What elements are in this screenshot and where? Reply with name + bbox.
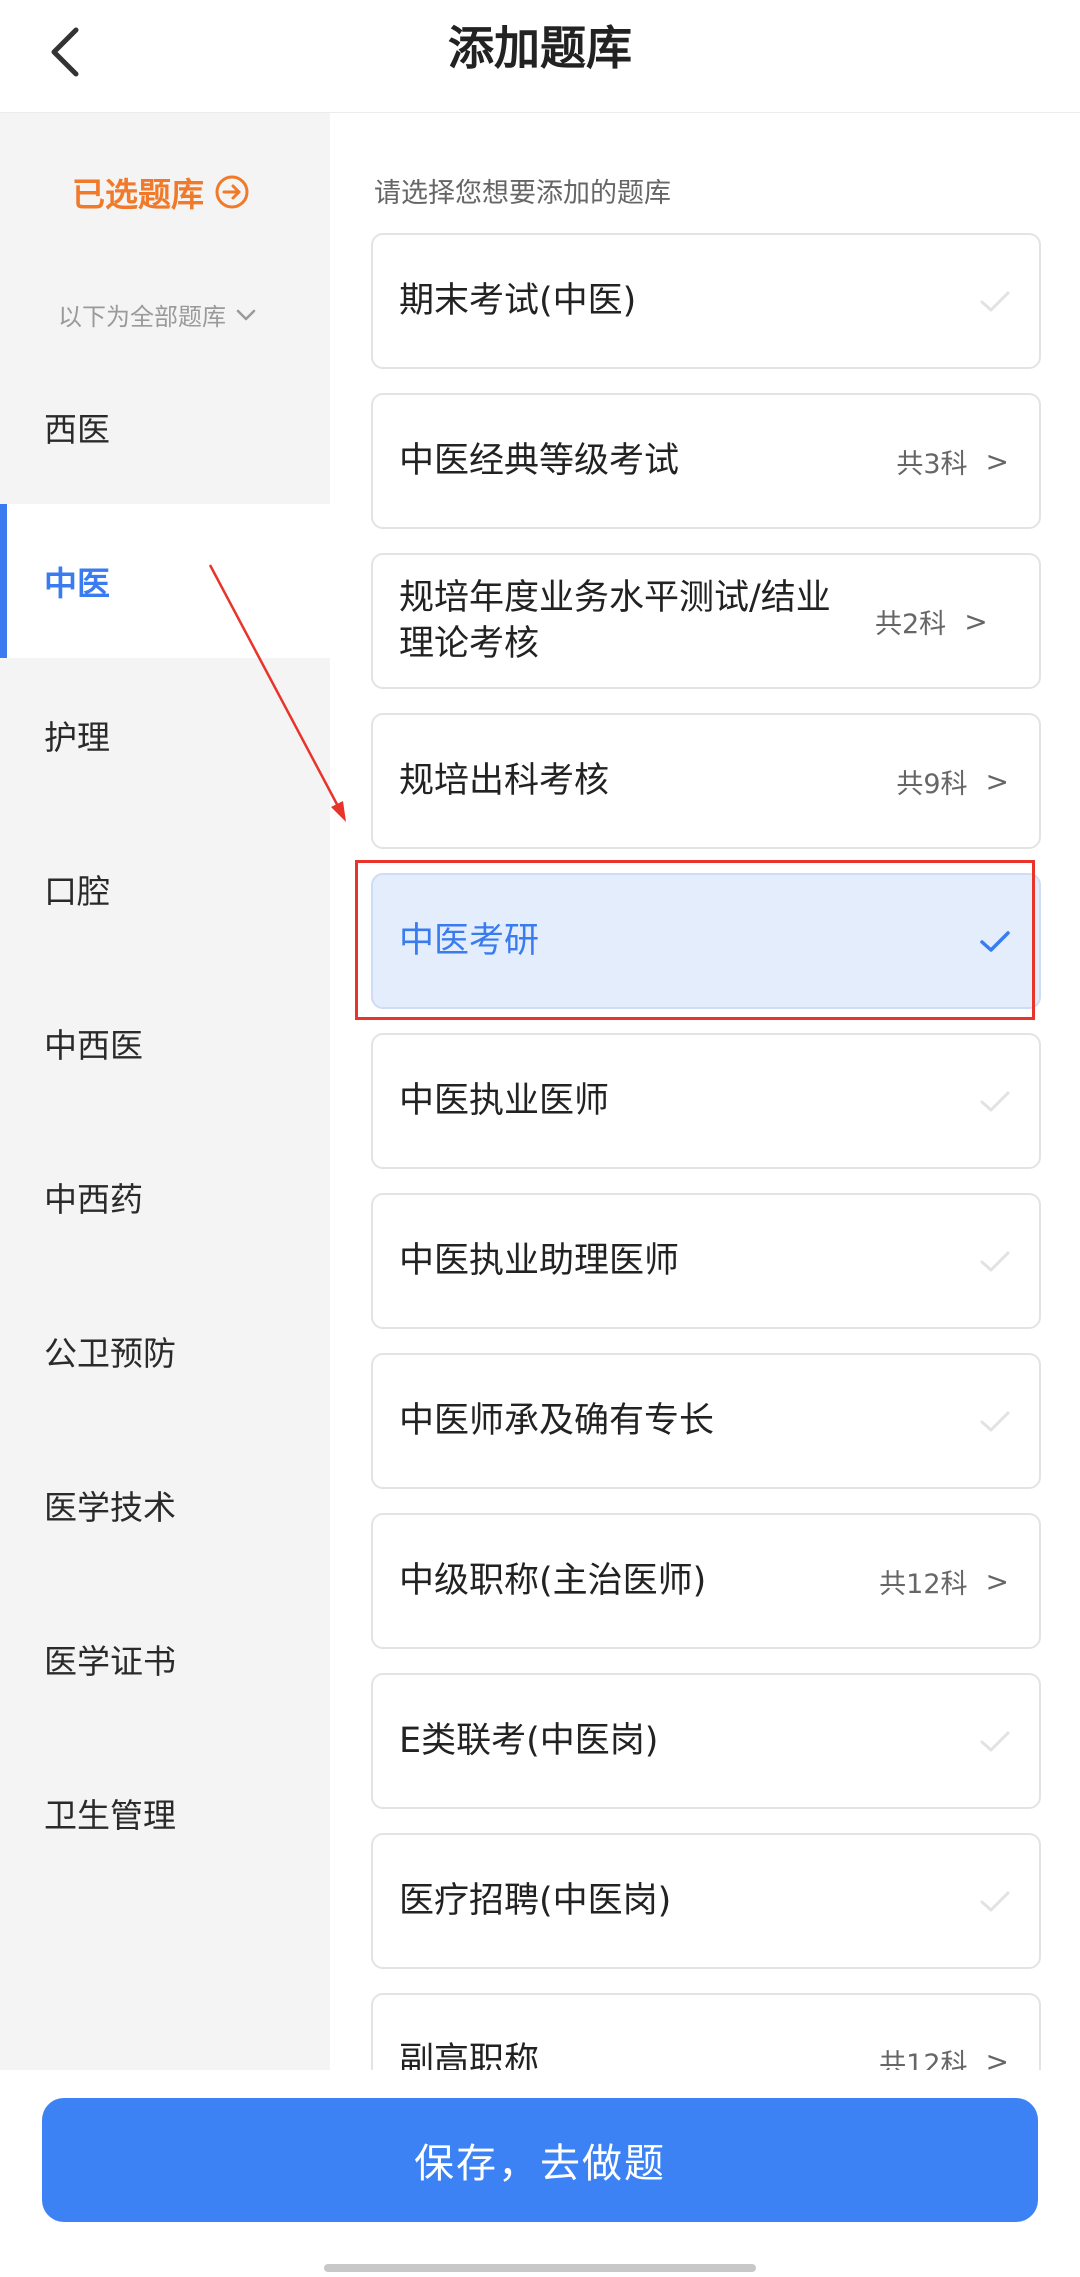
item-name: E类联考(中医岗) [399, 1721, 659, 1761]
item-name: 期末考试(中医) [399, 281, 637, 321]
chevron-right-icon: > [985, 444, 1009, 478]
sidebar-item-integrated-medicine[interactable]: 中西医 [0, 966, 330, 1120]
subject-count: 共2科 [875, 608, 947, 640]
check-icon [977, 1083, 1013, 1119]
sidebar-item-label: 医学证书 [44, 1642, 176, 1681]
list-item[interactable]: 期末考试(中医) [371, 233, 1041, 369]
item-name: 中医考研 [399, 921, 540, 961]
sidebar-item-dental[interactable]: 口腔 [0, 812, 330, 966]
sidebar-item-label: 卫生管理 [44, 1796, 176, 1835]
sidebar-item-medical-technology[interactable]: 医学技术 [0, 1428, 330, 1582]
check-icon [977, 1723, 1013, 1759]
question-bank-list: 请选择您想要添加的题库 期末考试(中医) 中医经典等级考试 共3科 > 规培年度… [330, 113, 1080, 2070]
chevron-right-icon: > [964, 604, 988, 638]
subject-count: 共9科 [896, 768, 968, 800]
list-prompt: 请选择您想要添加的题库 [374, 178, 671, 209]
home-indicator[interactable] [324, 2264, 756, 2272]
sidebar-item-label: 中西医 [44, 1026, 143, 1065]
chevron-right-icon: > [985, 764, 1009, 798]
list-item[interactable]: 副高职称 共12科 > [371, 1993, 1041, 2070]
check-icon [977, 1243, 1013, 1279]
sidebar-item-western-medicine[interactable]: 西医 [0, 350, 330, 504]
selected-banks-link[interactable]: 已选题库 [72, 168, 250, 216]
sidebar-item-public-health[interactable]: 公卫预防 [0, 1274, 330, 1428]
subject-count: 共3科 [896, 448, 968, 480]
category-sidebar: 已选题库 以下为全部题库 西医 中医 护理 口腔 中西医 中西药 公卫预防 医学… [0, 113, 330, 2070]
item-name: 中医执业医师 [399, 1081, 610, 1121]
check-icon [977, 1403, 1013, 1439]
selected-banks-label: 已选题库 [72, 175, 204, 214]
page-title: 添加题库 [448, 21, 632, 75]
item-name: 副高职称 [399, 2041, 540, 2070]
sidebar-item-label: 公卫预防 [44, 1334, 176, 1373]
list-item[interactable]: 中医经典等级考试 共3科 > [371, 393, 1041, 529]
chevron-down-icon [234, 303, 258, 327]
list-item[interactable]: 中医执业医师 [371, 1033, 1041, 1169]
chevron-right-icon: > [985, 1564, 1009, 1598]
list-item-selected[interactable]: 中医考研 [371, 873, 1041, 1009]
sidebar-item-nursing[interactable]: 护理 [0, 658, 330, 812]
sidebar-item-label: 医学技术 [44, 1488, 176, 1527]
item-name: 医疗招聘(中医岗) [399, 1881, 672, 1921]
save-and-practice-button[interactable]: 保存，去做题 [42, 2098, 1038, 2222]
item-name: 中级职称(主治医师) [399, 1561, 707, 1601]
sidebar-item-health-management[interactable]: 卫生管理 [0, 1736, 330, 1890]
chevron-right-icon: > [985, 2044, 1009, 2071]
all-banks-label: 以下为全部题库 [58, 303, 226, 331]
check-icon [977, 1883, 1013, 1919]
list-item[interactable]: 中医执业助理医师 [371, 1193, 1041, 1329]
check-icon [977, 923, 1013, 959]
sidebar-item-label: 中西药 [44, 1180, 143, 1219]
item-name: 中医师承及确有专长 [399, 1401, 715, 1441]
sidebar-item-label: 中医 [44, 564, 110, 603]
sidebar-item-pharmacy[interactable]: 中西药 [0, 1120, 330, 1274]
list-item[interactable]: 中级职称(主治医师) 共12科 > [371, 1513, 1041, 1649]
arrow-right-circle-icon [214, 174, 250, 210]
check-icon [977, 283, 1013, 319]
sidebar-item-medical-certificates[interactable]: 医学证书 [0, 1582, 330, 1736]
item-name: 中医经典等级考试 [399, 441, 680, 481]
list-item[interactable]: 规培出科考核 共9科 > [371, 713, 1041, 849]
subject-count: 共12科 [879, 2048, 968, 2071]
sidebar-item-tcm[interactable]: 中医 [0, 504, 330, 658]
bottom-bar: 保存，去做题 [0, 2070, 1080, 2277]
item-name: 规培出科考核 [399, 761, 610, 801]
subject-count: 共12科 [879, 1568, 968, 1600]
list-item[interactable]: 规培年度业务水平测试/结业理论考核 共2科 > [371, 553, 1041, 689]
sidebar-item-label: 护理 [44, 718, 110, 757]
list-item[interactable]: E类联考(中医岗) [371, 1673, 1041, 1809]
sidebar-item-label: 西医 [44, 410, 110, 449]
list-item[interactable]: 中医师承及确有专长 [371, 1353, 1041, 1489]
item-name: 规培年度业务水平测试/结业理论考核 [399, 578, 831, 664]
header: 添加题库 [0, 0, 1080, 113]
item-name: 中医执业助理医师 [399, 1241, 680, 1281]
sidebar-item-label: 口腔 [44, 872, 110, 911]
list-item[interactable]: 医疗招聘(中医岗) [371, 1833, 1041, 1969]
all-banks-toggle[interactable]: 以下为全部题库 [58, 297, 258, 332]
